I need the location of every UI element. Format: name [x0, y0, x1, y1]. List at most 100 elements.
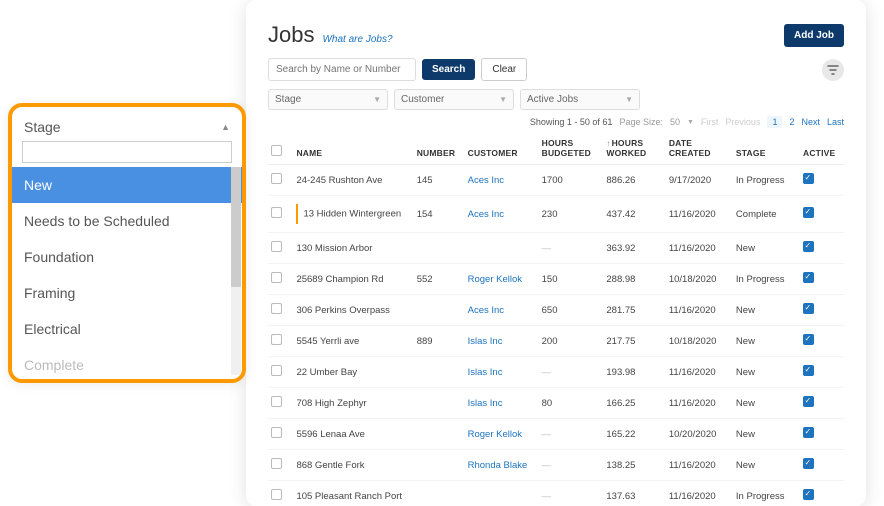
row-checkbox[interactable] — [271, 427, 282, 438]
cell-active[interactable] — [800, 264, 844, 295]
cell-hours-budgeted: 150 — [539, 264, 604, 295]
cell-customer[interactable]: Roger Kellok — [465, 264, 539, 295]
dropdown-item[interactable]: Framing — [12, 275, 242, 311]
stage-filter[interactable]: Stage▼ — [268, 89, 388, 110]
pager-last[interactable]: Last — [827, 117, 844, 127]
cell-name: 5596 Lenaa Ave — [293, 419, 413, 450]
cell-customer[interactable]: Islas Inc — [465, 326, 539, 357]
col-date-created[interactable]: DATE CREATED — [666, 132, 733, 165]
caret-up-icon: ▲ — [221, 122, 230, 132]
active-checkbox-icon — [803, 427, 814, 438]
title-row: Jobs What are Jobs? — [268, 22, 844, 48]
col-hours-worked[interactable]: ↑HOURS WORKED — [603, 132, 665, 165]
cell-hours-worked: 437.42 — [603, 196, 665, 233]
pager-first[interactable]: First — [701, 117, 719, 127]
cell-active[interactable] — [800, 165, 844, 196]
cell-customer[interactable]: Rhonda Blake — [465, 450, 539, 481]
cell-active[interactable] — [800, 295, 844, 326]
dropdown-item[interactable]: Electrical — [12, 311, 242, 347]
cell-active[interactable] — [800, 357, 844, 388]
cell-active[interactable] — [800, 326, 844, 357]
pager-page-2[interactable]: 2 — [789, 117, 794, 127]
cell-hours-budgeted: 80 — [539, 388, 604, 419]
clear-button[interactable]: Clear — [481, 58, 527, 81]
cell-customer[interactable]: Roger Kellok — [465, 419, 539, 450]
col-hours-budgeted[interactable]: HOURS BUDGETED — [539, 132, 604, 165]
cell-active[interactable] — [800, 388, 844, 419]
cell-hours-worked: 193.98 — [603, 357, 665, 388]
col-number[interactable]: NUMBER — [414, 132, 465, 165]
page-size-value[interactable]: 50 — [670, 117, 680, 127]
search-button[interactable]: Search — [422, 59, 475, 80]
dropdown-header[interactable]: Stage ▲ — [12, 117, 242, 141]
cell-customer[interactable]: Aces Inc — [465, 165, 539, 196]
dropdown-scroll-thumb[interactable] — [231, 167, 241, 287]
caret-down-icon: ▼ — [625, 95, 633, 104]
dropdown-search-input[interactable] — [22, 141, 232, 163]
dropdown-item[interactable]: Foundation — [12, 239, 242, 275]
cell-date: 10/20/2020 — [666, 419, 733, 450]
dropdown-item[interactable]: Needs to be Scheduled — [12, 203, 242, 239]
table-row[interactable]: 306 Perkins OverpassAces Inc650281.7511/… — [268, 295, 844, 326]
table-row[interactable]: 5545 Yerrli ave889Islas Inc200217.7510/1… — [268, 326, 844, 357]
dropdown-item[interactable]: Complete — [12, 347, 242, 375]
pager-next[interactable]: Next — [801, 117, 820, 127]
cell-stage: In Progress — [733, 264, 800, 295]
col-stage[interactable]: STAGE — [733, 132, 800, 165]
table-row[interactable]: 868 Gentle ForkRhonda Blake—138.2511/16/… — [268, 450, 844, 481]
cell-number — [414, 388, 465, 419]
table-row[interactable]: 24-245 Rushton Ave145Aces Inc1700886.269… — [268, 165, 844, 196]
table-row[interactable]: 708 High ZephyrIslas Inc80166.2511/16/20… — [268, 388, 844, 419]
cell-name: 13 Hidden Wintergreen — [293, 196, 413, 233]
cell-customer[interactable]: Aces Inc — [465, 196, 539, 233]
row-checkbox[interactable] — [271, 458, 282, 469]
cell-active[interactable] — [800, 481, 844, 506]
table-row[interactable]: 13 Hidden Wintergreen154Aces Inc230437.4… — [268, 196, 844, 233]
table-row[interactable]: 25689 Champion Rd552Roger Kellok150288.9… — [268, 264, 844, 295]
col-select[interactable] — [268, 132, 293, 165]
dropdown-item[interactable]: New — [12, 167, 242, 203]
row-checkbox[interactable] — [271, 207, 282, 218]
row-checkbox[interactable] — [271, 241, 282, 252]
table-row[interactable]: 22 Umber BayIslas Inc—193.9811/16/2020Ne… — [268, 357, 844, 388]
cell-active[interactable] — [800, 233, 844, 264]
col-name[interactable]: NAME — [293, 132, 413, 165]
cell-customer[interactable]: Islas Inc — [465, 357, 539, 388]
col-active[interactable]: ACTIVE — [800, 132, 844, 165]
cell-customer[interactable]: Islas Inc — [465, 388, 539, 419]
row-checkbox[interactable] — [271, 173, 282, 184]
cell-active[interactable] — [800, 450, 844, 481]
cell-stage: In Progress — [733, 481, 800, 506]
customer-filter[interactable]: Customer▼ — [394, 89, 514, 110]
filter-icon[interactable] — [822, 59, 844, 81]
cell-date: 11/16/2020 — [666, 450, 733, 481]
what-are-jobs-link[interactable]: What are Jobs? — [322, 34, 392, 45]
search-input[interactable] — [268, 58, 416, 81]
pager-previous[interactable]: Previous — [725, 117, 760, 127]
cell-hours-worked: 217.75 — [603, 326, 665, 357]
cell-number: 889 — [414, 326, 465, 357]
row-checkbox[interactable] — [271, 365, 282, 376]
status-filter[interactable]: Active Jobs▼ — [520, 89, 640, 110]
col-customer[interactable]: CUSTOMER — [465, 132, 539, 165]
row-checkbox[interactable] — [271, 396, 282, 407]
active-checkbox-icon — [803, 303, 814, 314]
table-row[interactable]: 130 Mission Arbor—363.9211/16/2020New — [268, 233, 844, 264]
row-checkbox[interactable] — [271, 334, 282, 345]
cell-customer[interactable]: Aces Inc — [465, 295, 539, 326]
row-checkbox[interactable] — [271, 272, 282, 283]
table-row[interactable]: 5596 Lenaa AveRoger Kellok—165.2210/20/2… — [268, 419, 844, 450]
table-row[interactable]: 105 Pleasant Ranch Port—137.6311/16/2020… — [268, 481, 844, 506]
search-row: Search Clear — [268, 58, 844, 81]
cell-active[interactable] — [800, 196, 844, 233]
cell-hours-worked: 281.75 — [603, 295, 665, 326]
row-checkbox[interactable] — [271, 303, 282, 314]
pager-page-1[interactable]: 1 — [767, 116, 782, 128]
row-checkbox[interactable] — [271, 489, 282, 500]
cell-hours-worked: 137.63 — [603, 481, 665, 506]
cell-name: 708 High Zephyr — [293, 388, 413, 419]
cell-date: 11/16/2020 — [666, 357, 733, 388]
add-job-button[interactable]: Add Job — [784, 24, 844, 47]
cell-name: 22 Umber Bay — [293, 357, 413, 388]
cell-active[interactable] — [800, 419, 844, 450]
